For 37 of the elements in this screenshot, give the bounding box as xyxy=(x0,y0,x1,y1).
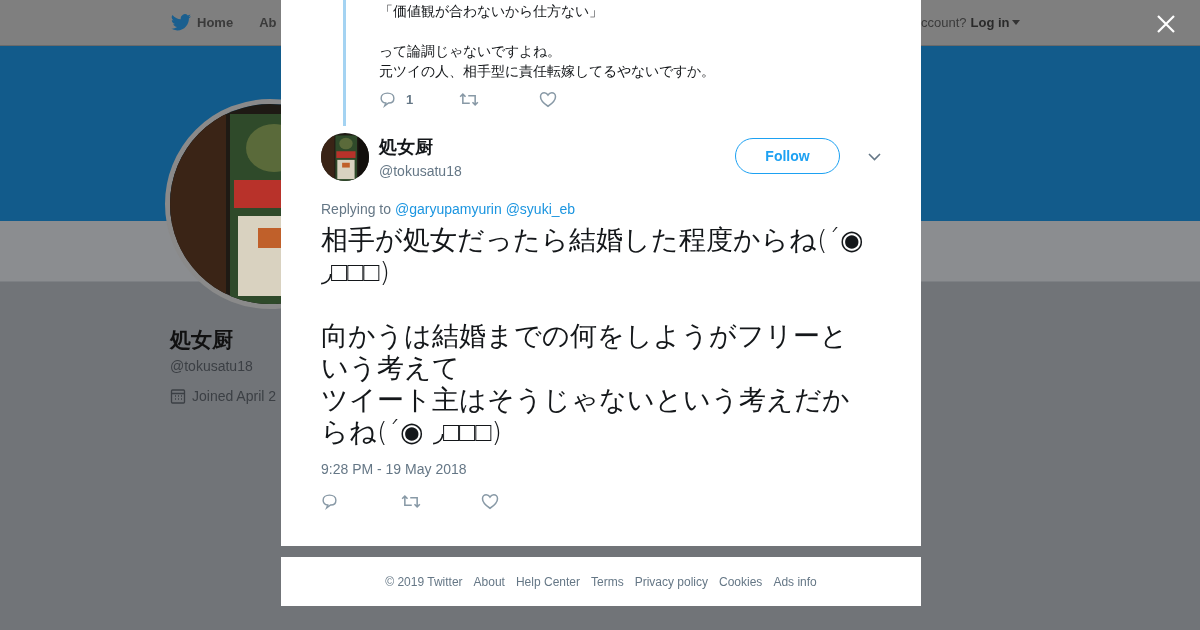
profile-name: 処女厨 xyxy=(170,327,233,354)
tweet-text-line: って論調じゃないですよね。 xyxy=(379,42,562,61)
tweet-text-line: 相手が処女だったら結婚した程度からね(´◉ ◞□□□) xyxy=(321,224,866,288)
calendar-icon xyxy=(170,388,186,404)
login-link[interactable]: Log in xyxy=(970,15,1020,30)
account-prompt: ccount? xyxy=(921,15,967,30)
like-icon[interactable] xyxy=(481,493,499,510)
tweet-timestamp: 9:28 PM - 19 May 2018 xyxy=(321,461,468,477)
like-icon[interactable] xyxy=(539,91,557,108)
tweet-text-line: ツイート主はそうじゃないという考えだからね(´◉ ◞□□□) xyxy=(321,384,851,448)
copyright-text: © 2019 Twitter xyxy=(385,574,463,589)
footer-link[interactable]: About xyxy=(473,574,505,589)
mention-link[interactable]: @syuki_eb xyxy=(505,201,576,217)
tweet-text-line: 元ツイの人、相手型に責任転嫁してるやないですか。 xyxy=(379,62,716,81)
follow-button[interactable]: Follow xyxy=(735,138,840,174)
replying-to-text: Replying to @garyupamyurin @syuki_eb xyxy=(321,201,577,217)
tweet-text-line: 向かうは結婚までの何をしようがフリーという考えて xyxy=(321,320,849,384)
footer-link[interactable]: Help Center xyxy=(515,574,580,589)
footer-link[interactable]: Cookies xyxy=(719,574,763,589)
reply-icon[interactable] xyxy=(321,493,338,510)
footer-link[interactable]: Terms xyxy=(591,574,624,589)
footer-link[interactable]: Privacy policy xyxy=(634,574,708,589)
caret-icon xyxy=(1011,20,1020,25)
footer-link[interactable]: Ads info xyxy=(773,574,817,589)
chevron-down-icon[interactable] xyxy=(868,153,881,161)
home-link[interactable]: Home xyxy=(171,14,234,31)
reply-icon[interactable] xyxy=(379,91,396,108)
reply-count: 1 xyxy=(406,92,414,107)
retweet-icon[interactable] xyxy=(459,91,479,108)
bird-icon xyxy=(171,14,191,31)
author-handle: @tokusatu18 xyxy=(379,163,463,179)
author-name: 処女厨 xyxy=(379,135,434,159)
retweet-icon[interactable] xyxy=(401,493,421,510)
nav-link[interactable]: Ab xyxy=(259,15,277,30)
tweet-text-line: 「価値観が合わないから仕方ない」 xyxy=(379,2,604,21)
mention-link[interactable]: @garyupamyurin xyxy=(394,201,502,217)
close-icon[interactable] xyxy=(1157,15,1175,33)
